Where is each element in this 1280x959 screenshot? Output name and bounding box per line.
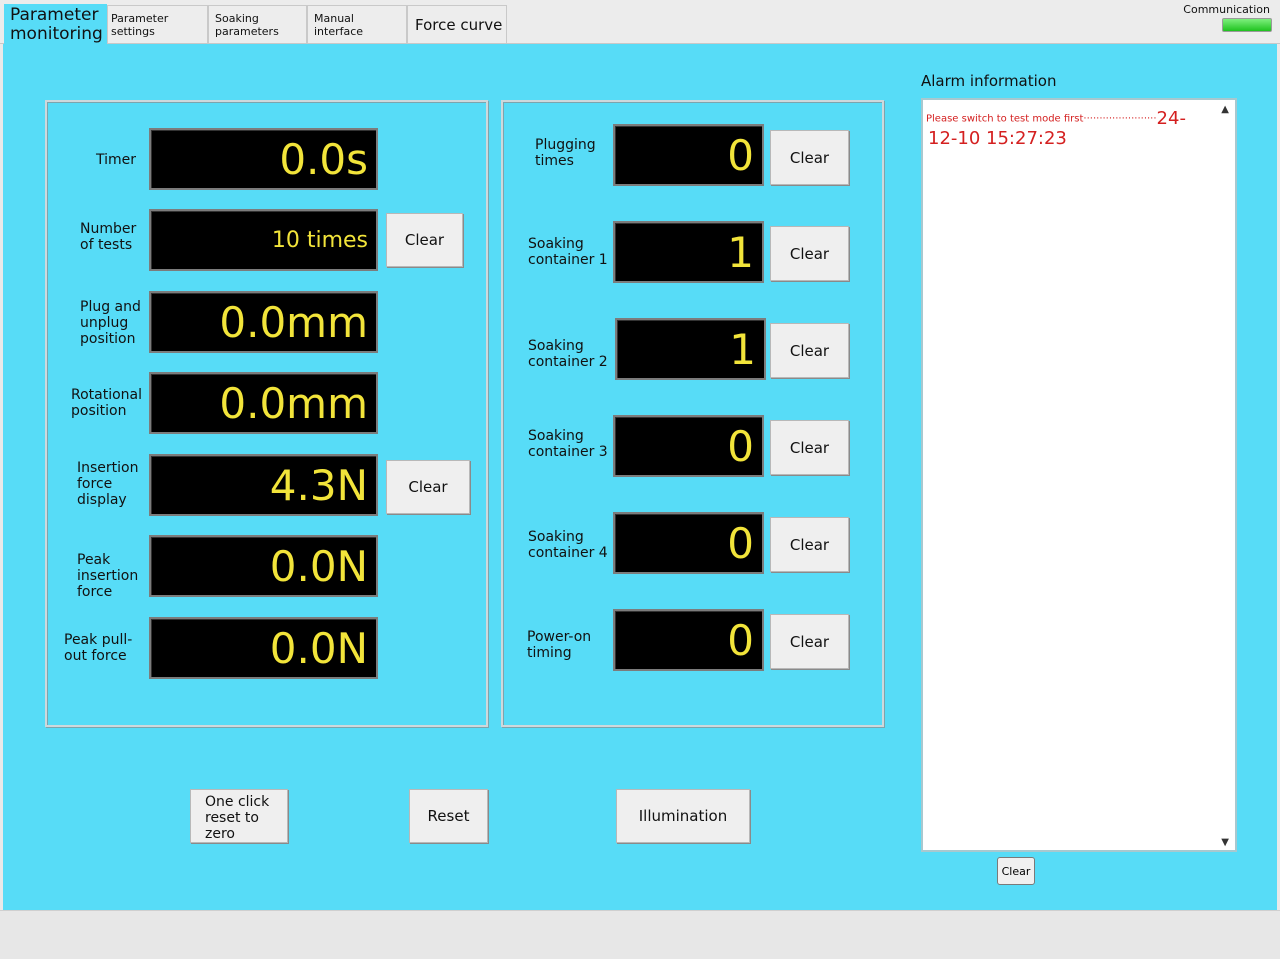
status-strip xyxy=(0,910,1280,959)
insertion-force-display: 4.3N xyxy=(149,454,378,516)
soaking-container-4-display: 0 xyxy=(613,512,764,574)
clear-alarm-button[interactable]: Clear xyxy=(997,857,1035,885)
tab-label: Parameter monitoring xyxy=(10,5,103,44)
alarm-title: Alarm information xyxy=(921,72,1057,90)
alarm-message: Please switch to test mode first xyxy=(926,113,1084,125)
soaking-container-3-display: 0 xyxy=(613,415,764,477)
soaking-container-1-display: 1 xyxy=(613,221,764,283)
tab-bar: Parameter monitoring Parameter settings … xyxy=(0,0,1280,45)
peak-pullout-force-display: 0.0N xyxy=(149,617,378,679)
tab-parameter-settings[interactable]: Parameter settings xyxy=(107,5,208,43)
soaking-container-2-display: 1 xyxy=(615,318,766,380)
peak-insertion-force-label: Peak insertion force xyxy=(77,552,139,600)
tab-label: Manual interface xyxy=(314,11,364,38)
timer-label: Timer xyxy=(96,152,137,168)
clear-container-4-button[interactable]: Clear xyxy=(770,517,849,572)
alarm-datetime: 12-10 15:27:23 xyxy=(928,128,1067,149)
rotational-position-display: 0.0mm xyxy=(149,372,378,434)
alarm-entry: Please switch to test mode first········… xyxy=(926,108,1186,129)
plugging-times-display: 0 xyxy=(613,124,764,186)
clear-container-1-button[interactable]: Clear xyxy=(770,226,849,281)
illumination-button[interactable]: Illumination xyxy=(616,789,750,843)
scroll-down-icon[interactable]: ▼ xyxy=(1221,837,1229,848)
number-of-tests-label: Number of tests xyxy=(80,221,137,253)
clear-plugging-times-button[interactable]: Clear xyxy=(770,130,849,185)
reset-button[interactable]: Reset xyxy=(409,789,488,843)
tab-manual-interface[interactable]: Manual interface xyxy=(307,5,407,43)
peak-insertion-force-display: 0.0N xyxy=(149,535,378,597)
clear-tests-button[interactable]: Clear xyxy=(386,213,463,267)
communication-label: Communication xyxy=(1183,3,1270,16)
monitoring-area: Timer 0.0s Number of tests 10 times Clea… xyxy=(3,44,1277,910)
plug-unplug-position-display: 0.0mm xyxy=(149,291,378,353)
clear-container-2-button[interactable]: Clear xyxy=(770,323,849,378)
number-of-tests-display: 10 times xyxy=(149,209,378,271)
alarm-list[interactable]: Please switch to test mode first········… xyxy=(921,98,1237,852)
insertion-force-label: Insertion force display xyxy=(77,460,139,508)
rotational-position-label: Rotational position xyxy=(71,387,143,419)
soaking-container-4-label: Soaking container 4 xyxy=(528,529,608,561)
tab-label: Force curve xyxy=(415,15,503,34)
soaking-container-1-label: Soaking container 1 xyxy=(528,236,608,268)
soaking-container-3-label: Soaking container 3 xyxy=(528,428,608,460)
power-on-timing-label: Power-on timing xyxy=(527,629,592,661)
clear-insertion-force-button[interactable]: Clear xyxy=(386,460,470,514)
scroll-up-icon[interactable]: ▲ xyxy=(1221,104,1229,115)
tab-force-curve[interactable]: Force curve xyxy=(407,5,507,43)
clear-container-3-button[interactable]: Clear xyxy=(770,420,849,475)
communication-indicator xyxy=(1222,18,1272,32)
tab-label: Parameter settings xyxy=(111,11,169,38)
tab-parameter-monitoring[interactable]: Parameter monitoring xyxy=(4,4,107,45)
plug-unplug-position-label: Plug and unplug position xyxy=(80,299,141,347)
alarm-year-fragment: 24- xyxy=(1156,108,1186,129)
soaking-container-2-label: Soaking container 2 xyxy=(528,338,608,370)
alarm-dots: ······················· xyxy=(1083,113,1157,125)
hmi-window: Parameter monitoring Parameter settings … xyxy=(0,0,1280,959)
tab-label: Soaking parameters xyxy=(215,11,279,38)
clear-power-on-timing-button[interactable]: Clear xyxy=(770,614,849,669)
plugging-times-label: Plugging times xyxy=(535,137,596,169)
power-on-timing-display: 0 xyxy=(613,609,764,671)
timer-display: 0.0s xyxy=(149,128,378,190)
tab-soaking-parameters[interactable]: Soaking parameters xyxy=(208,5,307,43)
peak-pullout-force-label: Peak pull-out force xyxy=(64,632,133,664)
one-click-reset-button[interactable]: One click reset to zero xyxy=(190,789,288,843)
one-click-reset-label: One click reset to zero xyxy=(205,794,270,842)
